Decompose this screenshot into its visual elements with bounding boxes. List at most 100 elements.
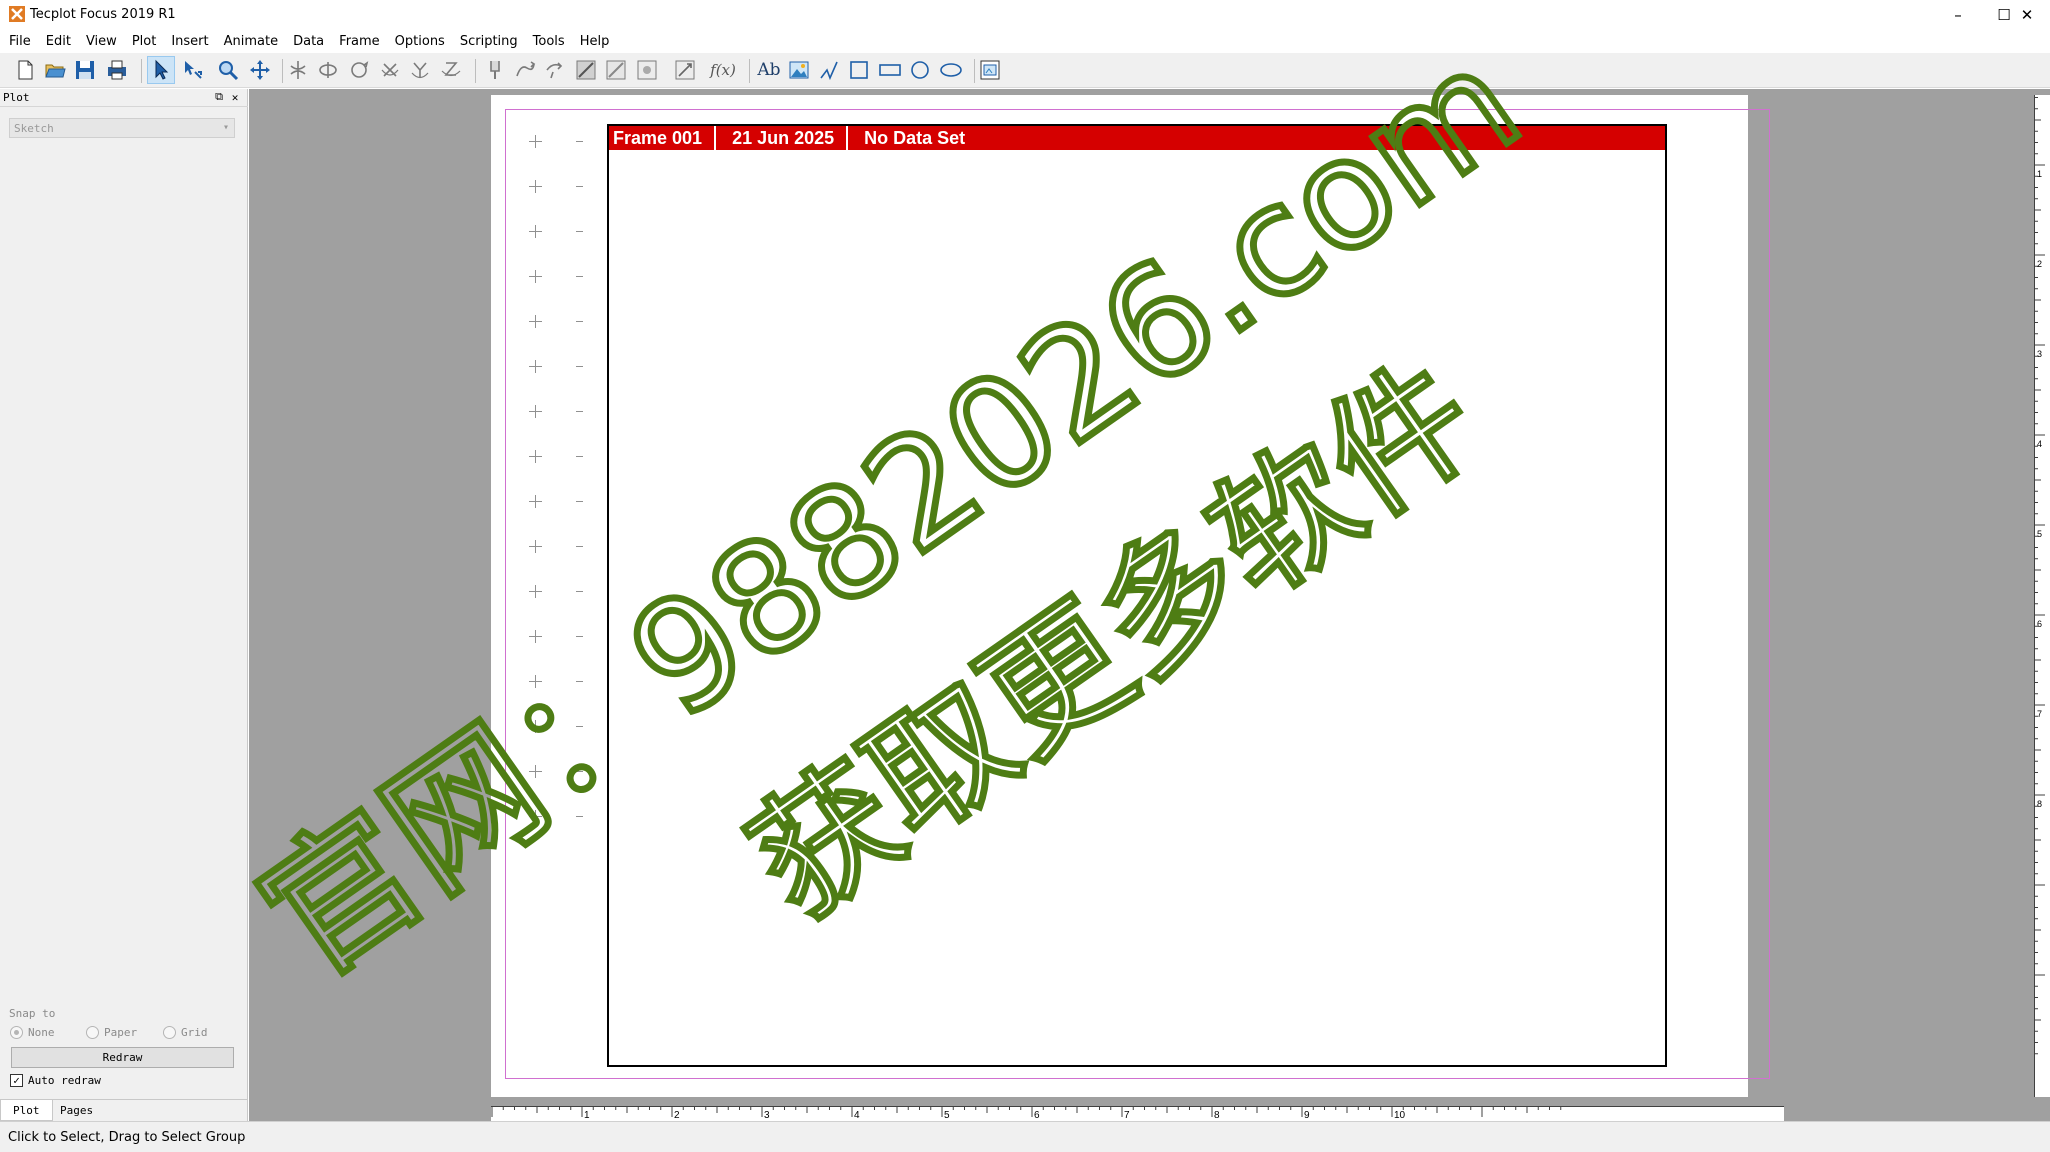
new-layout-button[interactable] [11,56,39,84]
add-image-button[interactable] [785,56,813,84]
rectangle-button[interactable] [876,56,904,84]
grid-marker [529,495,542,508]
grid-marker [529,405,542,418]
grid-marker [529,270,542,283]
menu-insert[interactable]: Insert [171,34,208,49]
float-panel-icon[interactable]: ⧉ [212,90,226,104]
menu-animate[interactable]: Animate [224,34,278,49]
polyline-button[interactable] [815,56,843,84]
vertical-ruler: 1 2 3 4 5 6 7 8 [2034,95,2050,1097]
grid-marker [529,720,542,733]
frame-001[interactable]: Frame 001 21 Jun 2025 No Data Set [607,124,1667,1067]
paper[interactable]: Frame 001 21 Jun 2025 No Data Set [491,95,1770,1097]
contour-remove-button[interactable] [602,56,630,84]
ellipse-button[interactable] [937,56,965,84]
menu-tools[interactable]: Tools [533,34,565,49]
contour-remove-icon [606,60,626,80]
selector-button[interactable] [147,56,175,84]
z-rotate-button[interactable] [437,56,465,84]
snap-none-radio[interactable]: None [10,1026,55,1039]
open-layout-button[interactable] [41,56,69,84]
ruler-label: 8 [2037,799,2042,809]
probe-icon [490,61,500,79]
polyline-icon [820,61,838,81]
menu-bar: File Edit View Plot Insert Animate Data … [0,30,2050,52]
menu-plot[interactable]: Plot [132,34,157,49]
grid-marker [529,810,542,823]
ruler-label: 1 [584,1110,590,1121]
zoom-button[interactable] [214,56,242,84]
slice-button[interactable] [633,56,661,84]
frame-tick [576,771,583,772]
menu-frame[interactable]: Frame [339,34,380,49]
snap-paper-label: Paper [104,1026,138,1039]
zone-edit-button[interactable] [671,56,699,84]
auto-redraw-checkbox[interactable]: ✓ Auto redraw [10,1074,101,1087]
zoom-icon [219,61,239,81]
menu-file[interactable]: File [9,34,31,49]
roller-ball-rotate-button[interactable] [314,56,342,84]
snap-grid-label: Grid [181,1026,208,1039]
probe-button[interactable] [481,56,509,84]
ruler-label: 5 [944,1110,950,1121]
square-icon [850,61,868,79]
grid-marker [529,315,542,328]
toolbar-separator [749,59,750,83]
frame-tick [576,681,583,682]
redraw-button[interactable]: Redraw [11,1047,234,1068]
roller-ball-rotate-icon [319,62,337,78]
frame-tick [576,456,583,457]
sidebar-header: Plot ⧉ ✕ [0,89,248,107]
close-panel-icon[interactable]: ✕ [228,90,242,104]
grid-marker [529,225,542,238]
circle-button[interactable] [906,56,934,84]
grid-marker [529,630,542,643]
spherical-rotate-icon [290,61,306,79]
tab-plot[interactable]: Plot [0,1100,53,1121]
frame-dataset: No Data Set [864,127,966,148]
frame-tick [576,546,583,547]
ruler-label: 4 [2037,439,2042,449]
add-text-button[interactable]: Ab [755,56,783,84]
minimize-button[interactable]: – [1935,0,1981,30]
save-layout-button[interactable] [71,56,99,84]
toolbar: f(x) Ab [0,53,2050,88]
menu-scripting[interactable]: Scripting [460,34,518,49]
function-button[interactable]: f(x) [709,56,737,84]
square-button[interactable] [845,56,873,84]
frame-tick [576,366,583,367]
streamtrace-rake-button[interactable] [541,56,569,84]
workspace[interactable]: Frame 001 21 Jun 2025 No Data Set 1 2 3 4 5 6… [249,89,2050,1121]
menu-data[interactable]: Data [293,34,324,49]
translate-button[interactable] [246,56,274,84]
radio-selected-icon [10,1026,23,1039]
ruler-label: 3 [2037,349,2042,359]
adjustor-button[interactable] [179,56,207,84]
contour-add-button[interactable] [572,56,600,84]
menu-help[interactable]: Help [580,34,610,49]
snap-paper-radio[interactable]: Paper [86,1026,137,1039]
streamtrace-icon [516,61,536,77]
grid-marker [529,585,542,598]
menu-view[interactable]: View [86,34,117,49]
auto-redraw-label: Auto redraw [28,1074,101,1087]
plot-type-select[interactable]: Sketch ▾ [9,118,235,138]
x-rotate-button[interactable] [376,56,404,84]
y-rotate-button[interactable] [406,56,434,84]
print-button[interactable] [103,56,131,84]
streamtrace-button[interactable] [511,56,539,84]
tab-pages[interactable]: Pages [48,1100,105,1121]
twist-rotate-button[interactable] [345,56,373,84]
ruler-label: 6 [2037,619,2042,629]
chevron-down-icon: ▾ [222,122,229,133]
menu-options[interactable]: Options [395,34,445,49]
create-frame-button[interactable] [976,56,1004,84]
snap-grid-radio[interactable]: Grid [163,1026,208,1039]
grid-marker [529,180,542,193]
close-window-button[interactable]: ✕ [2004,0,2050,30]
spherical-rotate-button[interactable] [284,56,312,84]
twist-rotate-icon [351,61,369,78]
menu-edit[interactable]: Edit [46,34,71,49]
title-bar: Tecplot Focus 2019 R1 – ☐ ✕ [0,0,2050,30]
frame-header[interactable]: Frame 001 21 Jun 2025 No Data Set [609,126,1665,150]
